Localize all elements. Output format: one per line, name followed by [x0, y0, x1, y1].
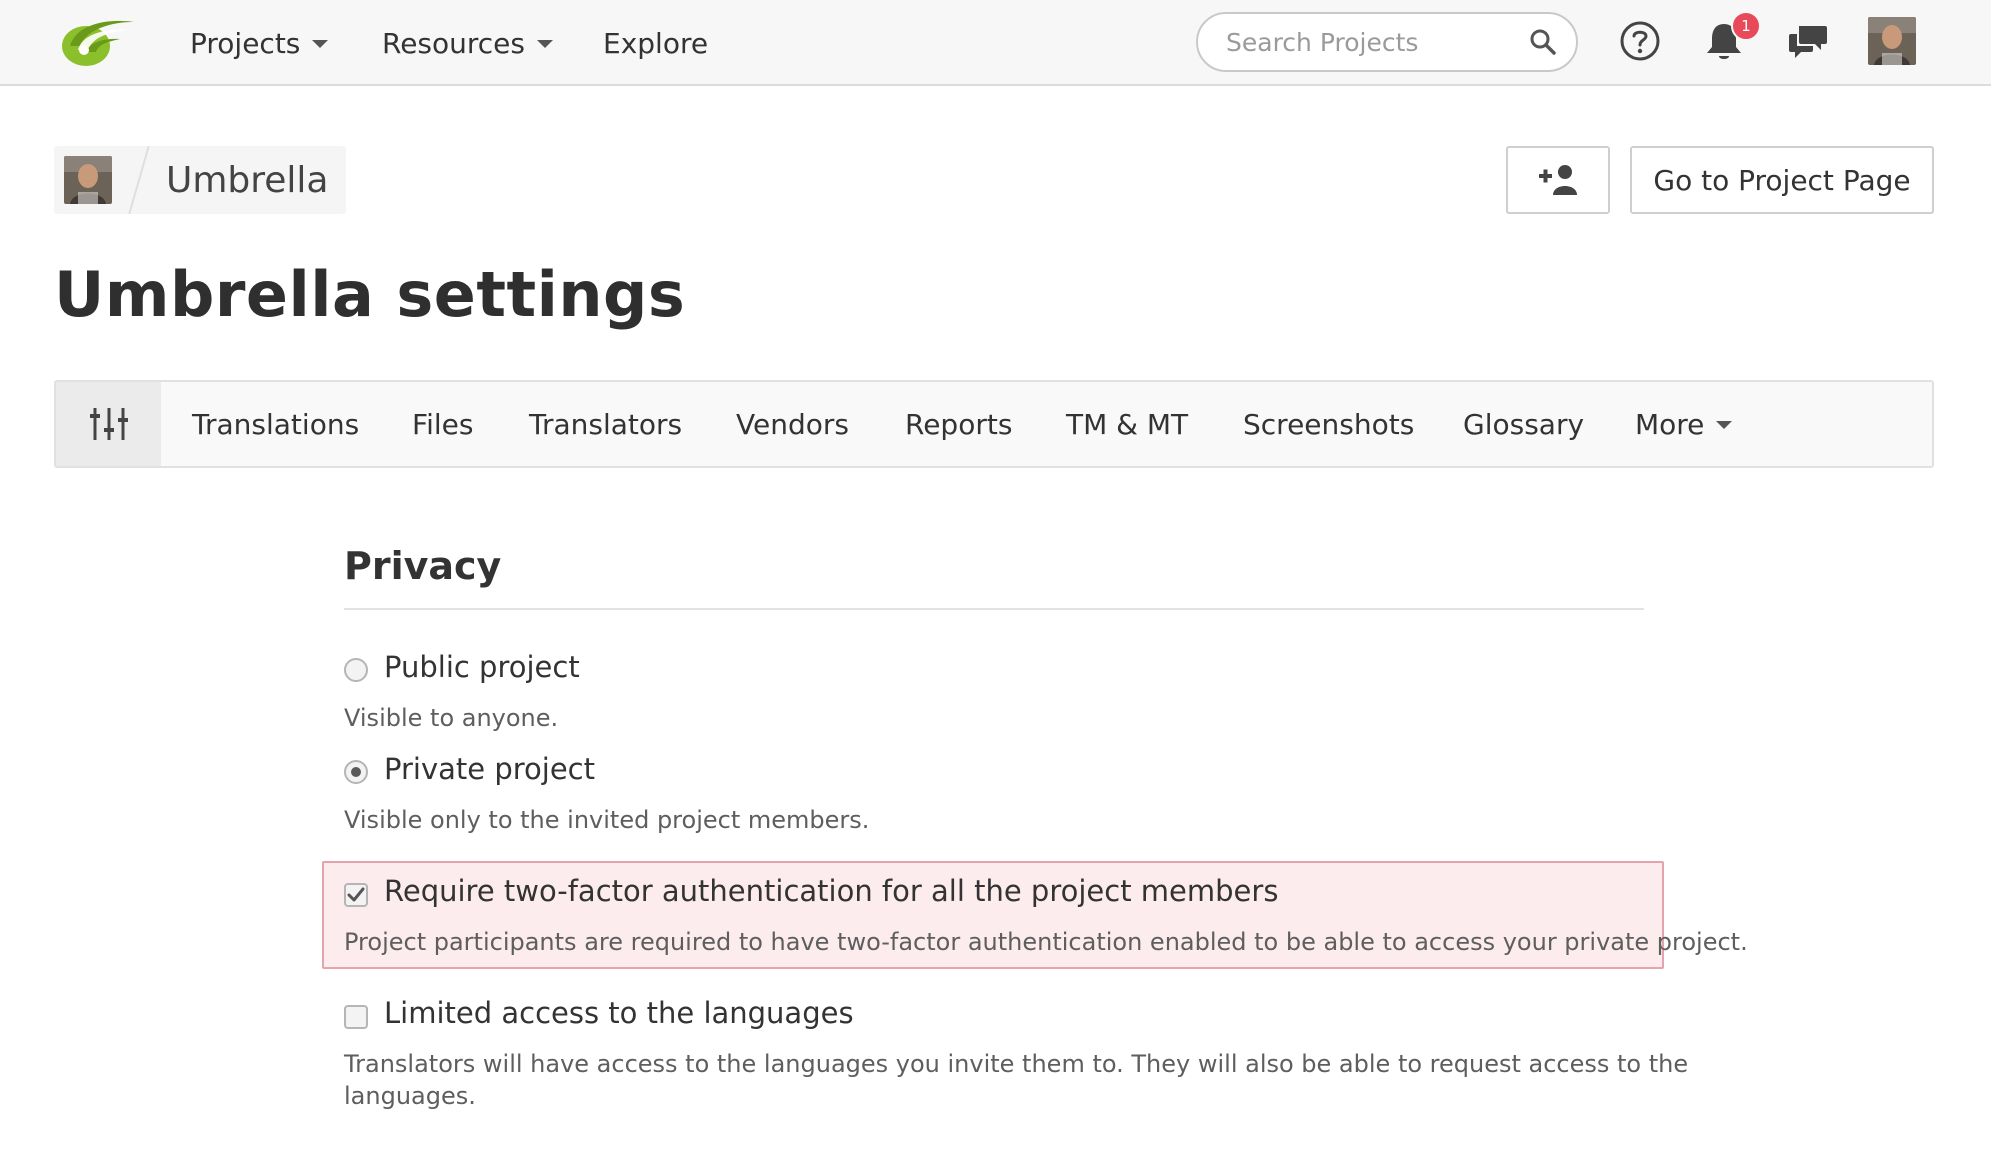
public-project-help: Visible to anyone. — [344, 704, 559, 732]
user-avatar[interactable] — [1868, 17, 1916, 65]
chevron-down-icon — [312, 40, 329, 48]
tab-tm-mt[interactable]: TM & MT — [1066, 404, 1188, 444]
section-divider — [344, 608, 1644, 610]
nav-projects-label: Projects — [190, 26, 301, 60]
project-breadcrumb: Umbrella — [54, 146, 346, 214]
tab-settings[interactable] — [56, 382, 161, 466]
public-project-radio[interactable] — [344, 658, 368, 682]
limited-access-checkbox[interactable] — [344, 1005, 368, 1029]
help-icon — [1620, 21, 1660, 61]
nav-resources[interactable]: Resources — [382, 24, 553, 62]
tab-files[interactable]: Files — [412, 404, 473, 444]
avatar-image — [1868, 17, 1916, 65]
breadcrumb-project-name[interactable]: Umbrella — [166, 160, 329, 201]
tab-more-label: More — [1635, 407, 1705, 441]
two-factor-label[interactable]: Require two-factor authentication for al… — [384, 874, 1278, 908]
messages-icon — [1789, 26, 1827, 58]
top-navbar: Projects Resources Explore 1 — [0, 0, 1991, 86]
limited-access-label[interactable]: Limited access to the languages — [384, 996, 854, 1030]
nav-projects[interactable]: Projects — [190, 24, 329, 62]
notification-badge: 1 — [1731, 11, 1761, 41]
limited-access-help: Translators will have access to the lang… — [344, 1050, 1689, 1078]
private-project-label[interactable]: Private project — [384, 752, 595, 786]
messages-button[interactable] — [1783, 16, 1833, 66]
tab-glossary[interactable]: Glossary — [1463, 404, 1584, 444]
avatar-image — [64, 156, 112, 204]
breadcrumb-separator — [128, 146, 150, 214]
add-member-button[interactable] — [1506, 146, 1610, 214]
project-tabs: Translations Files Translators Vendors R… — [54, 380, 1934, 468]
tab-vendors[interactable]: Vendors — [736, 404, 849, 444]
search-icon[interactable] — [1528, 27, 1558, 57]
nav-explore-label: Explore — [603, 26, 709, 60]
search-box — [1196, 12, 1578, 72]
go-to-project-page-button[interactable]: Go to Project Page — [1630, 146, 1934, 214]
limited-access-help-line2: languages. — [344, 1082, 476, 1110]
project-owner-avatar[interactable] — [64, 156, 112, 204]
tab-reports[interactable]: Reports — [905, 404, 1012, 444]
privacy-title: Privacy — [344, 544, 502, 588]
sliders-icon — [89, 408, 128, 440]
tab-translations[interactable]: Translations — [192, 404, 359, 444]
tab-screenshots[interactable]: Screenshots — [1243, 404, 1414, 444]
check-icon — [347, 887, 365, 902]
page-title: Umbrella settings — [54, 258, 686, 331]
crowdin-logo[interactable] — [56, 12, 136, 70]
public-project-label[interactable]: Public project — [384, 650, 580, 684]
tab-translators[interactable]: Translators — [529, 404, 682, 444]
two-factor-checkbox[interactable] — [344, 883, 368, 907]
private-project-help: Visible only to the invited project memb… — [344, 806, 870, 834]
chevron-down-icon — [537, 40, 553, 48]
chevron-down-icon — [1716, 421, 1733, 429]
help-button[interactable] — [1615, 16, 1665, 66]
nav-resources-label: Resources — [382, 26, 525, 60]
private-project-radio[interactable] — [344, 760, 368, 784]
tab-more[interactable]: More — [1635, 404, 1733, 444]
two-factor-help: Project participants are required to hav… — [344, 928, 1748, 956]
nav-explore[interactable]: Explore — [603, 24, 708, 62]
search-input[interactable] — [1226, 27, 1528, 57]
add-user-icon — [1539, 165, 1577, 195]
